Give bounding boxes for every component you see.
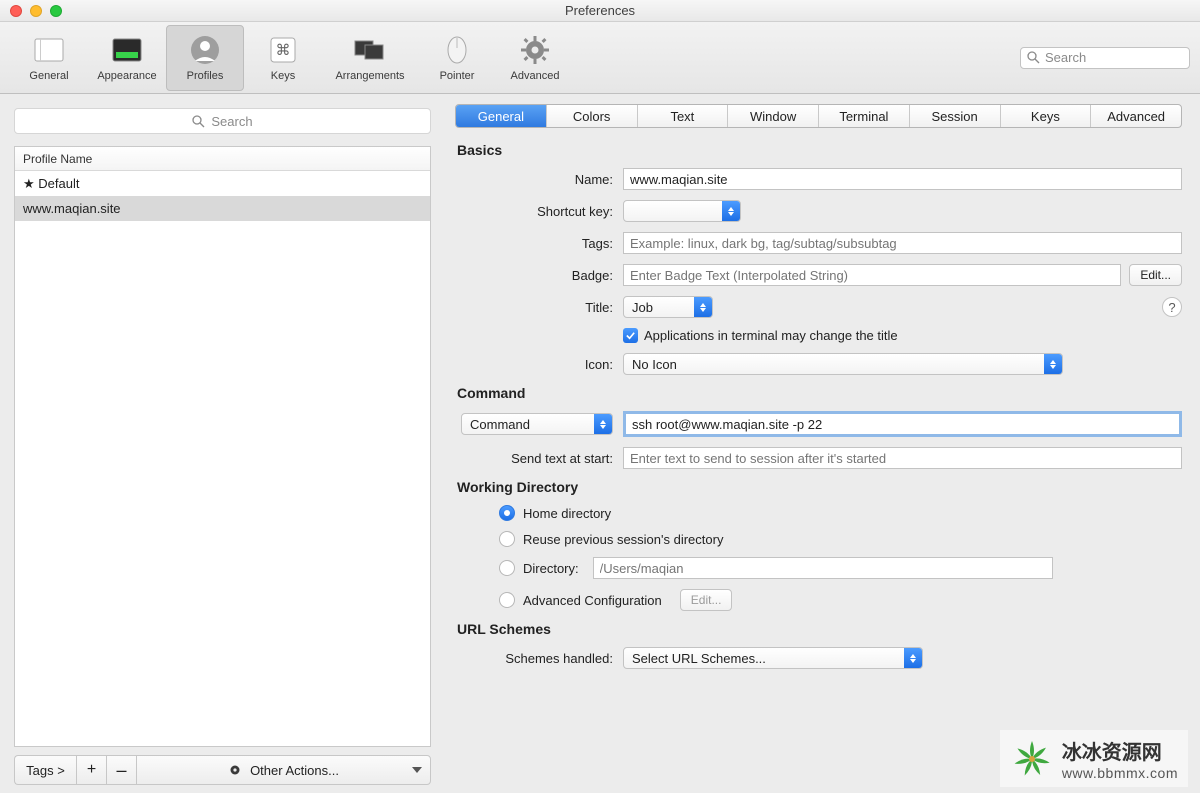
toolbar-advanced[interactable]: Advanced [496, 25, 574, 91]
arrangements-icon [354, 34, 386, 66]
profile-table-header[interactable]: Profile Name [15, 147, 430, 171]
toolbar-arrangements[interactable]: Arrangements [322, 25, 418, 91]
tab-general[interactable]: General [456, 105, 547, 127]
left-pane: Search Profile Name ★ Default www.maqian… [0, 94, 445, 793]
tab-session[interactable]: Session [910, 105, 1001, 127]
tags-field[interactable] [623, 232, 1182, 254]
profiles-icon [189, 34, 221, 66]
other-actions-button[interactable]: Other Actions... [136, 755, 431, 785]
toolbar-pointer[interactable]: Pointer [418, 25, 496, 91]
radio-reuse[interactable] [499, 531, 515, 547]
profile-row-selected[interactable]: www.maqian.site [15, 196, 430, 221]
toolbar-general[interactable]: General [10, 25, 88, 91]
general-icon [33, 34, 65, 66]
name-field[interactable] [623, 168, 1182, 190]
command-field[interactable] [623, 411, 1182, 437]
icon-select[interactable]: No Icon [623, 353, 1063, 375]
workdir-heading: Working Directory [457, 479, 1182, 495]
profile-tabs: General Colors Text Window Terminal Sess… [455, 104, 1182, 128]
radio-directory[interactable] [499, 560, 515, 576]
toolbar-appearance[interactable]: Appearance [88, 25, 166, 91]
schemes-label: Schemes handled: [455, 651, 623, 666]
icon-label: Icon: [455, 357, 623, 372]
watermark: 冰冰资源网 www.bbmmx.com [1000, 730, 1188, 787]
toolbar-search[interactable]: Search [1020, 47, 1190, 69]
right-pane: General Colors Text Window Terminal Sess… [445, 94, 1200, 793]
chevron-down-icon [412, 767, 422, 773]
titlebar: Preferences [0, 0, 1200, 22]
command-heading: Command [457, 385, 1182, 401]
svg-text:⌘: ⌘ [276, 42, 291, 59]
profile-row-default[interactable]: ★ Default [15, 171, 430, 196]
profile-table: Profile Name ★ Default www.maqian.site [14, 146, 431, 747]
help-button[interactable]: ? [1162, 297, 1182, 317]
toolbar-keys[interactable]: ⌘ Keys [244, 25, 322, 91]
left-footer: Tags > + – Other Actions... [14, 755, 431, 785]
gear-icon [228, 763, 242, 777]
tab-keys[interactable]: Keys [1001, 105, 1092, 127]
tab-advanced[interactable]: Advanced [1091, 105, 1181, 127]
badge-field[interactable] [623, 264, 1121, 286]
search-icon [1027, 51, 1040, 64]
radio-home[interactable] [499, 505, 515, 521]
radio-advanced[interactable] [499, 592, 515, 608]
title-checkbox-label: Applications in terminal may change the … [644, 328, 898, 343]
workdir-edit-button[interactable]: Edit... [680, 589, 733, 611]
leaf-icon [1010, 737, 1054, 781]
advanced-gear-icon [519, 34, 551, 66]
main-toolbar: General Appearance Profiles ⌘ Keys Arran… [0, 22, 1200, 94]
tags-label: Tags: [455, 236, 623, 251]
title-label: Title: [455, 300, 623, 315]
tab-window[interactable]: Window [728, 105, 819, 127]
title-select[interactable]: Job [623, 296, 713, 318]
send-text-label: Send text at start: [455, 451, 623, 466]
keys-icon: ⌘ [267, 34, 299, 66]
tab-colors[interactable]: Colors [547, 105, 638, 127]
pointer-icon [441, 34, 473, 66]
tab-terminal[interactable]: Terminal [819, 105, 910, 127]
toolbar-profiles[interactable]: Profiles [166, 25, 244, 91]
directory-field[interactable] [593, 557, 1053, 579]
tags-button[interactable]: Tags > [14, 755, 76, 785]
shortcut-label: Shortcut key: [455, 204, 623, 219]
url-heading: URL Schemes [457, 621, 1182, 637]
schemes-select[interactable]: Select URL Schemes... [623, 647, 923, 669]
name-label: Name: [455, 172, 623, 187]
badge-edit-button[interactable]: Edit... [1129, 264, 1182, 286]
add-profile-button[interactable]: + [76, 755, 106, 785]
profile-search[interactable]: Search [14, 108, 431, 134]
badge-label: Badge: [455, 268, 623, 283]
content: Search Profile Name ★ Default www.maqian… [0, 94, 1200, 793]
window-title: Preferences [0, 3, 1200, 18]
appearance-icon [111, 34, 143, 66]
basics-heading: Basics [457, 142, 1182, 158]
remove-profile-button[interactable]: – [106, 755, 136, 785]
command-mode-select[interactable]: Command [461, 413, 613, 435]
send-text-field[interactable] [623, 447, 1182, 469]
title-checkbox[interactable] [623, 328, 638, 343]
search-icon [192, 115, 205, 128]
shortcut-select[interactable] [623, 200, 741, 222]
tab-text[interactable]: Text [638, 105, 729, 127]
